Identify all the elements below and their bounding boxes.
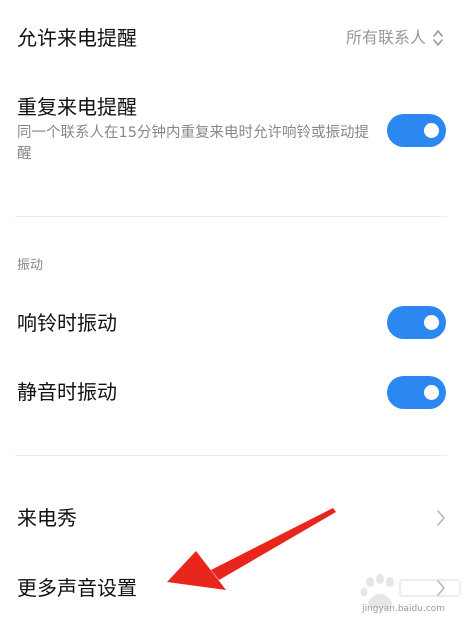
- more-sound-title: 更多声音设置: [17, 576, 137, 600]
- vibrate-silent-row: 静音时振动: [0, 360, 470, 426]
- allow-calls-value[interactable]: 所有联系人: [346, 27, 426, 49]
- caller-show-row[interactable]: 来电秀: [0, 488, 470, 548]
- watermark-text: jingyan.baidu.com: [362, 604, 446, 614]
- allow-calls-title: 允许来电提醒: [17, 26, 137, 50]
- divider: [15, 455, 447, 456]
- vibrate-ringing-title: 响铃时振动: [17, 311, 117, 335]
- repeat-calls-title: 重复来电提醒: [17, 95, 137, 119]
- allow-calls-row[interactable]: 允许来电提醒 所有联系人: [0, 0, 470, 78]
- divider: [15, 216, 447, 217]
- caller-show-title: 来电秀: [17, 506, 77, 530]
- chevron-right-icon: [437, 510, 445, 526]
- repeat-calls-toggle[interactable]: [387, 114, 446, 147]
- updown-icon: [433, 30, 443, 46]
- vibrate-silent-toggle[interactable]: [387, 376, 446, 409]
- vibrate-silent-title: 静音时振动: [17, 380, 117, 404]
- toggle-knob: [424, 123, 439, 138]
- repeat-calls-row: 重复来电提醒 同一个联系人在15分钟内重复来电时允许响铃或振动提醒: [0, 78, 470, 188]
- toggle-knob: [424, 385, 439, 400]
- toggle-knob: [424, 315, 439, 330]
- vibration-section-label: 振动: [17, 258, 44, 273]
- vibrate-ringing-toggle[interactable]: [387, 306, 446, 339]
- repeat-calls-description: 同一个联系人在15分钟内重复来电时允许响铃或振动提醒: [17, 125, 369, 162]
- vibrate-ringing-row: 响铃时振动: [0, 290, 470, 356]
